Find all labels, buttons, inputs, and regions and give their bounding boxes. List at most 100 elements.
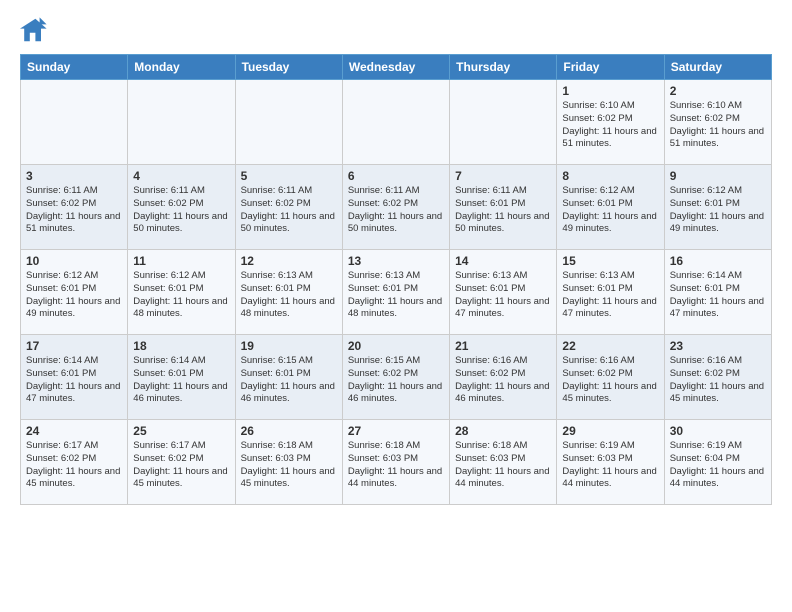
cell-text: Sunrise: 6:12 AM: [670, 185, 766, 198]
day-number: 4: [133, 169, 229, 183]
day-number: 3: [26, 169, 122, 183]
cell-text: Sunrise: 6:11 AM: [133, 185, 229, 198]
cell-text: Sunset: 6:03 PM: [348, 453, 444, 466]
calendar-week-row: 1Sunrise: 6:10 AMSunset: 6:02 PMDaylight…: [21, 80, 772, 165]
cell-text: Daylight: 11 hours and 50 minutes.: [241, 211, 337, 237]
cell-text: Sunrise: 6:16 AM: [670, 355, 766, 368]
cell-text: Sunset: 6:01 PM: [670, 283, 766, 296]
calendar-cell: 14Sunrise: 6:13 AMSunset: 6:01 PMDayligh…: [450, 250, 557, 335]
calendar-cell: 29Sunrise: 6:19 AMSunset: 6:03 PMDayligh…: [557, 420, 664, 505]
cell-text: Sunrise: 6:16 AM: [455, 355, 551, 368]
calendar-cell: 1 Sunrise: 6:10 AMSunset: 6:02 PMDaylight…: [557, 80, 664, 165]
day-number: 28: [455, 424, 551, 438]
cell-text: Daylight: 11 hours and 46 minutes.: [455, 381, 551, 407]
calendar-cell: 22Sunrise: 6:16 AMSunset: 6:02 PMDayligh…: [557, 335, 664, 420]
cell-text: Daylight: 11 hours and 47 minutes.: [670, 296, 766, 322]
cell-text: Daylight: 11 hours and 49 minutes.: [26, 296, 122, 322]
calendar-cell: 15Sunrise: 6:13 AMSunset: 6:01 PMDayligh…: [557, 250, 664, 335]
cell-text: Daylight: 11 hours and 45 minutes.: [133, 466, 229, 492]
cell-text: Sunset: 6:03 PM: [455, 453, 551, 466]
cell-text: Daylight: 11 hours and 50 minutes.: [348, 211, 444, 237]
cell-text: Sunset: 6:02 PM: [26, 198, 122, 211]
calendar-cell: 24 Sunrise: 6:17 AMSunset: 6:02 PMDayligh…: [21, 420, 128, 505]
cell-text: Sunset: 6:03 PM: [241, 453, 337, 466]
cell-text: Sunset: 6:01 PM: [670, 198, 766, 211]
day-number: 6: [348, 169, 444, 183]
day-number: 25: [133, 424, 229, 438]
day-number: 15: [562, 254, 658, 268]
calendar-cell: 9Sunrise: 6:12 AMSunset: 6:01 PMDaylight…: [664, 165, 771, 250]
cell-text: Sunset: 6:01 PM: [241, 283, 337, 296]
cell-text: Sunset: 6:01 PM: [562, 198, 658, 211]
day-number: 24: [26, 424, 122, 438]
calendar-cell: 5Sunrise: 6:11 AMSunset: 6:02 PMDaylight…: [235, 165, 342, 250]
cell-text: Daylight: 11 hours and 45 minutes.: [241, 466, 337, 492]
cell-text: Sunset: 6:01 PM: [562, 283, 658, 296]
day-number: 18: [133, 339, 229, 353]
cell-text: Daylight: 11 hours and 46 minutes.: [348, 381, 444, 407]
cell-text: Sunrise: 6:17 AM: [26, 440, 122, 453]
calendar-cell: 20Sunrise: 6:15 AMSunset: 6:02 PMDayligh…: [342, 335, 449, 420]
day-header-friday: Friday: [557, 55, 664, 80]
day-number: 22: [562, 339, 658, 353]
cell-text: Sunset: 6:02 PM: [348, 368, 444, 381]
cell-text: Sunset: 6:01 PM: [133, 368, 229, 381]
day-number: 27: [348, 424, 444, 438]
cell-text: Sunset: 6:04 PM: [670, 453, 766, 466]
cell-text: Sunset: 6:02 PM: [670, 368, 766, 381]
cell-text: Sunrise: 6:11 AM: [455, 185, 551, 198]
cell-text: Daylight: 11 hours and 45 minutes.: [562, 381, 658, 407]
cell-text: Sunset: 6:02 PM: [348, 198, 444, 211]
calendar-cell: [235, 80, 342, 165]
calendar-cell: 25 Sunrise: 6:17 AMSunset: 6:02 PMDayligh…: [128, 420, 235, 505]
calendar-cell: 8Sunrise: 6:12 AMSunset: 6:01 PMDaylight…: [557, 165, 664, 250]
cell-text: Sunrise: 6:10 AM: [562, 100, 658, 113]
calendar-cell: 18Sunrise: 6:14 AMSunset: 6:01 PMDayligh…: [128, 335, 235, 420]
cell-text: Sunset: 6:01 PM: [455, 283, 551, 296]
day-number: 17: [26, 339, 122, 353]
calendar-cell: [450, 80, 557, 165]
cell-text: Sunrise: 6:17 AM: [133, 440, 229, 453]
cell-text: Daylight: 11 hours and 51 minutes.: [670, 126, 766, 152]
day-number: 10: [26, 254, 122, 268]
calendar-cell: 13Sunrise: 6:13 AMSunset: 6:01 PMDayligh…: [342, 250, 449, 335]
cell-text: Sunset: 6:02 PM: [26, 453, 122, 466]
cell-text: Sunset: 6:01 PM: [26, 368, 122, 381]
day-number: 2: [670, 84, 766, 98]
cell-text: Daylight: 11 hours and 51 minutes.: [562, 126, 658, 152]
cell-text: Daylight: 11 hours and 45 minutes.: [670, 381, 766, 407]
cell-text: Sunrise: 6:10 AM: [670, 100, 766, 113]
calendar-cell: 21Sunrise: 6:16 AMSunset: 6:02 PMDayligh…: [450, 335, 557, 420]
page: SundayMondayTuesdayWednesdayThursdayFrid…: [0, 0, 792, 515]
day-number: 9: [670, 169, 766, 183]
cell-text: Sunset: 6:02 PM: [133, 453, 229, 466]
cell-text: Sunset: 6:03 PM: [562, 453, 658, 466]
calendar-cell: 16Sunrise: 6:14 AMSunset: 6:01 PMDayligh…: [664, 250, 771, 335]
cell-text: Daylight: 11 hours and 45 minutes.: [26, 466, 122, 492]
day-header-wednesday: Wednesday: [342, 55, 449, 80]
cell-text: Sunrise: 6:12 AM: [26, 270, 122, 283]
day-number: 1: [562, 84, 658, 98]
calendar-cell: 2Sunrise: 6:10 AMSunset: 6:02 PMDaylight…: [664, 80, 771, 165]
cell-text: Sunrise: 6:18 AM: [348, 440, 444, 453]
cell-text: Daylight: 11 hours and 47 minutes.: [455, 296, 551, 322]
cell-text: Sunset: 6:01 PM: [241, 368, 337, 381]
day-number: 13: [348, 254, 444, 268]
calendar-cell: 23Sunrise: 6:16 AMSunset: 6:02 PMDayligh…: [664, 335, 771, 420]
calendar-cell: 11Sunrise: 6:12 AMSunset: 6:01 PMDayligh…: [128, 250, 235, 335]
day-number: 12: [241, 254, 337, 268]
cell-text: Daylight: 11 hours and 44 minutes.: [562, 466, 658, 492]
calendar-cell: [128, 80, 235, 165]
calendar-cell: 19Sunrise: 6:15 AMSunset: 6:01 PMDayligh…: [235, 335, 342, 420]
calendar-cell: 17Sunrise: 6:14 AMSunset: 6:01 PMDayligh…: [21, 335, 128, 420]
day-number: 21: [455, 339, 551, 353]
cell-text: Sunrise: 6:19 AM: [670, 440, 766, 453]
cell-text: Daylight: 11 hours and 47 minutes.: [26, 381, 122, 407]
cell-text: Sunset: 6:02 PM: [562, 113, 658, 126]
cell-text: Daylight: 11 hours and 49 minutes.: [562, 211, 658, 237]
cell-text: Daylight: 11 hours and 44 minutes.: [670, 466, 766, 492]
calendar-header-row: SundayMondayTuesdayWednesdayThursdayFrid…: [21, 55, 772, 80]
cell-text: Sunrise: 6:12 AM: [562, 185, 658, 198]
calendar-cell: 10Sunrise: 6:12 AMSunset: 6:01 PMDayligh…: [21, 250, 128, 335]
day-header-monday: Monday: [128, 55, 235, 80]
